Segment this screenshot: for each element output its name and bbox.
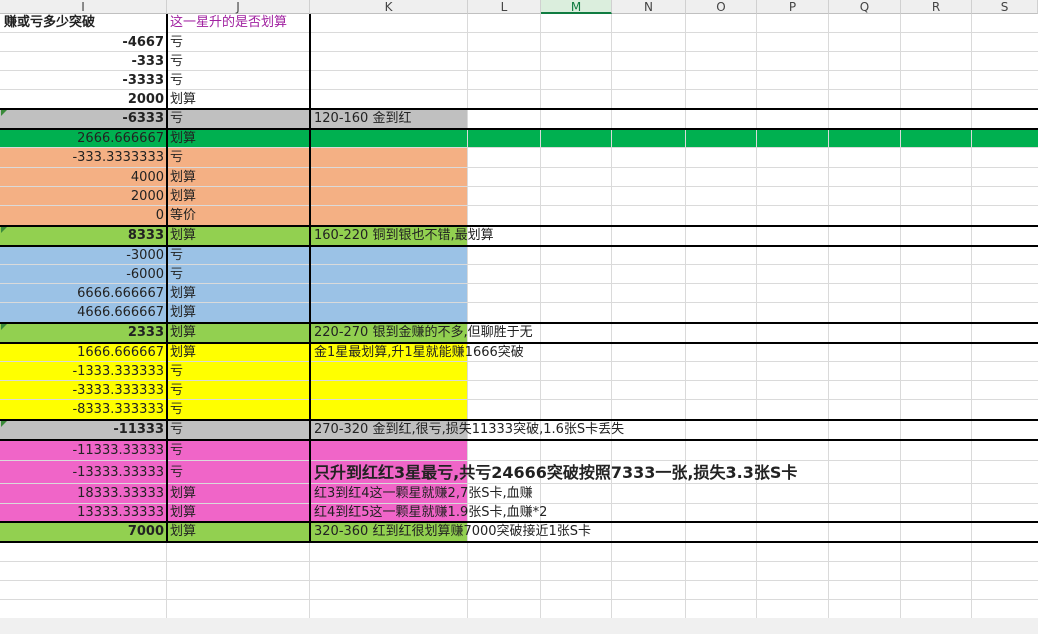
cell-gain-value[interactable]: -1333.333333 (0, 362, 166, 381)
cell-verdict[interactable]: 亏 (168, 362, 310, 381)
cell-gain-value[interactable]: -11333.33333 (0, 440, 166, 461)
bottom-bar (0, 618, 1038, 634)
cell-verdict[interactable]: 划算 (168, 504, 310, 522)
comment-indicator-icon (1, 227, 7, 233)
cell-verdict[interactable]: 划算 (168, 168, 310, 187)
column-header-n[interactable]: N (612, 0, 686, 14)
cell-gain-value[interactable]: -13333.33333 (0, 461, 166, 484)
cell-gain-value[interactable]: 4666.666667 (0, 303, 166, 323)
cell-verdict[interactable]: 亏 (168, 265, 310, 284)
cell-verdict[interactable]: 等价 (168, 206, 310, 226)
cell-note[interactable]: 160-220 铜到银也不错,最划算 (312, 226, 496, 246)
comment-indicator-icon (1, 110, 7, 116)
column-header-k[interactable]: K (310, 0, 468, 14)
cell-note[interactable]: 220-270 银到金赚的不多,但聊胜于无 (312, 323, 535, 343)
cell-gain-value[interactable]: -6000 (0, 265, 166, 284)
cell-gain-value[interactable]: -4667 (0, 33, 166, 52)
cell-verdict[interactable]: 亏 (168, 420, 310, 440)
cell-gain-value[interactable]: -333 (0, 52, 166, 71)
column-header-q[interactable]: Q (829, 0, 901, 14)
cell-verdict[interactable]: 亏 (168, 109, 310, 129)
cell-verdict[interactable]: 划算 (168, 343, 310, 362)
cell-gain-value[interactable]: -11333 (0, 420, 166, 440)
cell-verdict[interactable]: 划算 (168, 484, 310, 504)
cell-gain-value[interactable]: 18333.33333 (0, 484, 166, 504)
cell-gain-value[interactable]: 2333 (0, 323, 166, 343)
gridline-vertical (971, 14, 972, 618)
cell-verdict[interactable]: 亏 (168, 52, 310, 71)
cell-gain-value[interactable]: 4000 (0, 168, 166, 187)
gridline-vertical (900, 14, 901, 618)
cell-verdict[interactable]: 划算 (168, 226, 310, 246)
gridline-horizontal (0, 599, 1038, 600)
cell-verdict[interactable]: 划算 (168, 90, 310, 109)
cell-gain-value[interactable]: -333.3333333 (0, 148, 166, 168)
cell-note[interactable]: 红3到红4这一颗星就赚2,7张S卡,血赚 (312, 484, 535, 504)
cell-gain-value[interactable]: 0 (0, 206, 166, 226)
gridline-horizontal (0, 580, 1038, 581)
comment-indicator-icon (1, 421, 7, 427)
cell-verdict[interactable]: 划算 (168, 303, 310, 323)
cell-note[interactable]: 只升到红红3星最亏,共亏24666突破按照7333一张,损失3.3张S卡 (312, 461, 799, 484)
cell-gain-value[interactable]: 1666.666667 (0, 343, 166, 362)
cell-verdict[interactable]: 亏 (168, 148, 310, 168)
cell-gain-value[interactable]: 8333 (0, 226, 166, 246)
cell-gain-value[interactable]: -3333 (0, 71, 166, 90)
cell-gain-value[interactable]: 13333.33333 (0, 504, 166, 522)
cell-note[interactable]: 120-160 金到红 (312, 109, 413, 129)
header-worth-it[interactable]: 这一星升的是否划算 (168, 14, 310, 33)
gridline-vertical (611, 14, 612, 618)
column-header-l[interactable]: L (468, 0, 541, 14)
spreadsheet-grid[interactable]: IJKLMNOPQRS 赚或亏多少突破 这一星升的是否划算 -4667 亏 -333 亏 -… (0, 0, 1038, 634)
cell-gain-value[interactable]: 2000 (0, 90, 166, 109)
cell-verdict[interactable]: 划算 (168, 284, 310, 303)
cell-gain-value[interactable]: -3333.333333 (0, 381, 166, 400)
cell-verdict[interactable]: 亏 (168, 461, 310, 484)
cell-note[interactable]: 金1星最划算,升1星就能赚1666突破 (312, 343, 526, 362)
column-header-o[interactable]: O (686, 0, 757, 14)
cell-verdict[interactable]: 亏 (168, 71, 310, 90)
gridline-vertical (685, 14, 686, 618)
cell-verdict[interactable]: 划算 (168, 129, 310, 148)
cell-note[interactable]: 320-360 红到红很划算赚7000突破接近1张S卡 (312, 522, 593, 542)
cell-gain-value[interactable]: 6666.666667 (0, 284, 166, 303)
cell-gain-value[interactable]: -3000 (0, 246, 166, 265)
cell-note[interactable]: 270-320 金到红,很亏,损失11333突破,1.6张S卡丢失 (312, 420, 626, 440)
cell-gain-value[interactable]: -8333.333333 (0, 400, 166, 420)
column-header-m[interactable]: M (541, 0, 612, 14)
cell-gain-value[interactable]: 2666.666667 (0, 129, 166, 148)
cell-note[interactable]: 红4到红5这一颗星就赚1.9张S卡,血赚*2 (312, 504, 549, 522)
header-gain-loss[interactable]: 赚或亏多少突破 (2, 14, 167, 33)
cell-verdict[interactable]: 划算 (168, 187, 310, 206)
cell-gain-value[interactable]: 7000 (0, 522, 166, 542)
cell-verdict[interactable]: 亏 (168, 440, 310, 461)
gridline-vertical (756, 14, 757, 618)
column-header-p[interactable]: P (757, 0, 829, 14)
cell-verdict[interactable]: 划算 (168, 323, 310, 343)
cell-verdict[interactable]: 亏 (168, 400, 310, 420)
column-header-s[interactable]: S (972, 0, 1038, 14)
cell-verdict[interactable]: 亏 (168, 246, 310, 265)
gridline-vertical (828, 14, 829, 618)
cell-gain-value[interactable]: -6333 (0, 109, 166, 129)
cell-verdict[interactable]: 划算 (168, 522, 310, 542)
cell-verdict[interactable]: 亏 (168, 381, 310, 400)
gridline-horizontal (0, 561, 1038, 562)
cell-verdict[interactable]: 亏 (168, 33, 310, 52)
column-header-r[interactable]: R (901, 0, 972, 14)
column-header-i[interactable]: I (0, 0, 167, 14)
comment-indicator-icon (1, 324, 7, 330)
cell-gain-value[interactable]: 2000 (0, 187, 166, 206)
column-header-j[interactable]: J (167, 0, 310, 14)
